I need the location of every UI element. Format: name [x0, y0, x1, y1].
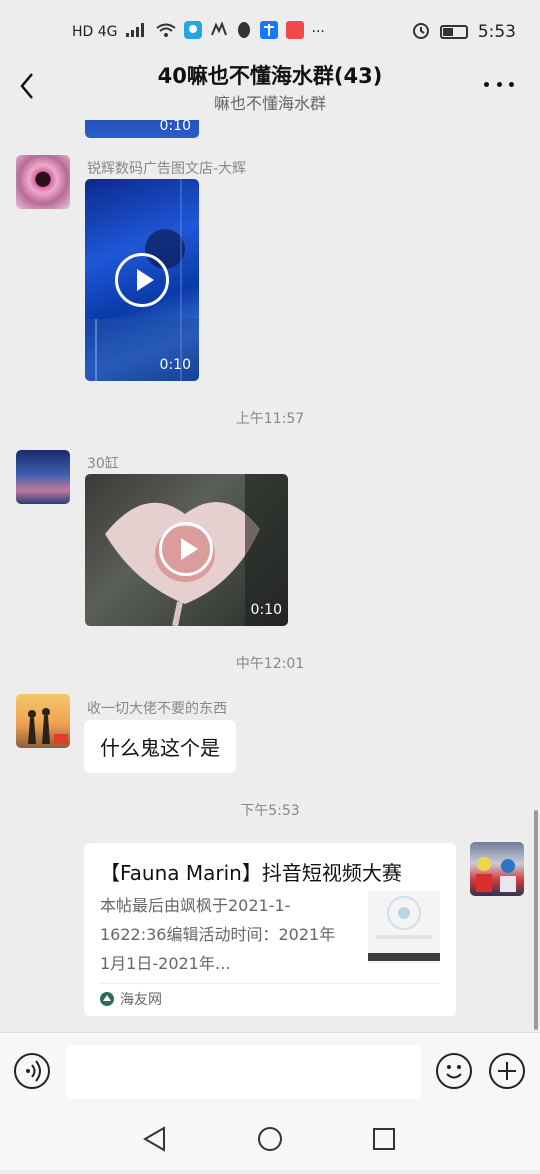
smiley-icon	[446, 1065, 462, 1079]
sender-name: 收一切大佬不要的东西	[87, 701, 227, 717]
input-bar	[0, 1032, 540, 1106]
app-notification-icon	[285, 21, 304, 43]
network-indicator: HD 4G	[72, 24, 118, 40]
nav-back-icon[interactable]	[143, 1126, 165, 1152]
video-message[interactable]: 0:10	[85, 120, 199, 138]
signal-icon	[125, 23, 148, 41]
video-duration: 0:10	[159, 357, 191, 373]
avatar[interactable]	[16, 155, 70, 209]
more-notifications-icon: ···	[311, 24, 325, 40]
alipay-icon	[259, 21, 278, 43]
scrollbar[interactable]	[534, 810, 538, 1030]
sender-name: 锐辉数码广告图文店-大辉	[87, 161, 247, 177]
video-message[interactable]: 0:10	[85, 179, 199, 381]
link-card-thumbnail	[368, 891, 440, 963]
timestamp: 上午11:57	[235, 411, 305, 427]
timestamp: 中午12:01	[235, 656, 305, 672]
sender-name: 30缸	[87, 456, 119, 472]
avatar[interactable]	[16, 694, 70, 748]
voice-input-button[interactable]	[14, 1053, 50, 1089]
voice-icon	[26, 1060, 41, 1082]
dot-icon	[509, 82, 514, 87]
status-right: 5:53	[412, 21, 516, 44]
link-card-source-name: 海友网	[120, 992, 162, 1008]
wifi-icon	[155, 23, 176, 41]
more-options-button[interactable]	[484, 82, 514, 90]
avatar-image	[476, 857, 516, 892]
app-notification-icon	[210, 21, 228, 43]
status-left: HD 4G ···	[72, 21, 325, 43]
alarm-icon	[412, 21, 430, 44]
chat-title: 40嘛也不懂海水群(43)	[157, 64, 383, 88]
chat-header: 40嘛也不懂海水群(43) 嘛也不懂海水群	[0, 52, 540, 120]
app-notification-icon	[183, 21, 202, 43]
battery-icon	[439, 25, 468, 39]
my-avatar[interactable]	[470, 842, 524, 896]
video-duration: 0:10	[159, 120, 191, 134]
system-navigation-bar	[0, 1106, 540, 1170]
message-input[interactable]	[66, 1045, 421, 1099]
timestamp: 下午5:53	[240, 803, 300, 819]
divider	[100, 983, 440, 984]
nav-home-icon[interactable]	[258, 1127, 282, 1151]
play-icon[interactable]	[159, 522, 213, 576]
link-card-thumbnail-image	[368, 896, 440, 961]
video-message[interactable]: 0:10	[85, 474, 288, 626]
qq-icon	[236, 21, 252, 43]
dot-icon	[484, 82, 489, 87]
site-logo-icon	[100, 992, 114, 1006]
nav-recents-icon[interactable]	[373, 1128, 395, 1150]
text-message-bubble[interactable]: 什么鬼这个是	[84, 720, 236, 773]
link-card-title: 【Fauna Marin】抖音短视频大赛	[100, 861, 402, 885]
chat-subtitle: 嘛也不懂海水群	[213, 94, 326, 113]
link-card[interactable]: 【Fauna Marin】抖音短视频大赛 本帖最后由飒枫于2021-1-1622…	[84, 843, 456, 1016]
chat-messages[interactable]: 0:10 锐辉数码广告图文店-大辉 0:10 上午11:57 30缸 0:10 …	[0, 120, 540, 1032]
link-card-description: 本帖最后由飒枫于2021-1-1622:36编辑活动时间：2021年1月1日-2…	[100, 896, 336, 973]
avatar-image	[28, 708, 68, 744]
dot-icon	[496, 82, 502, 87]
more-functions-button[interactable]	[489, 1053, 525, 1089]
avatar[interactable]	[16, 450, 70, 504]
video-duration: 0:10	[250, 602, 282, 618]
emoji-button[interactable]	[436, 1053, 472, 1089]
clock: 5:53	[477, 22, 516, 42]
message-text: 什么鬼这个是	[100, 736, 220, 760]
play-icon[interactable]	[115, 253, 169, 307]
link-card-source: 海友网	[100, 989, 162, 1009]
plus-icon	[498, 1062, 516, 1080]
